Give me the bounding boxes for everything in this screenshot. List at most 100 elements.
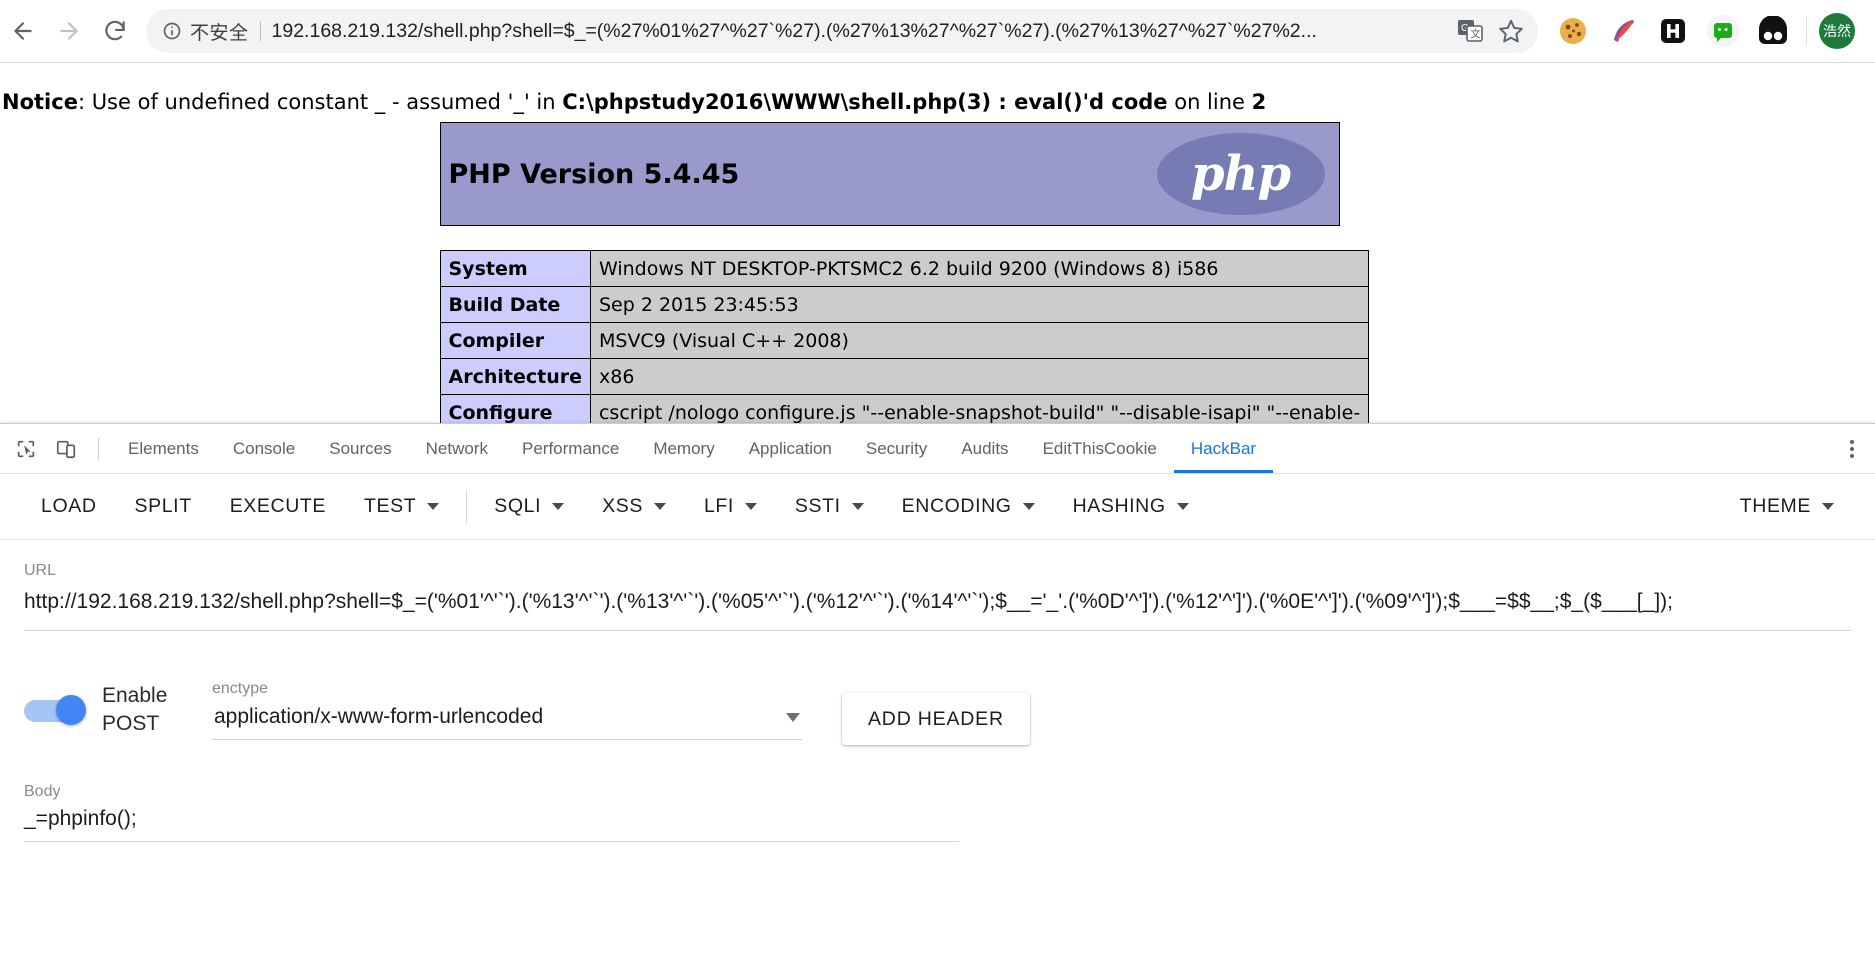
- inspect-element-icon[interactable]: [6, 429, 46, 469]
- hackbar-sqli-label: SQLI: [494, 495, 542, 517]
- chevron-down-icon: [427, 503, 440, 510]
- tab-security[interactable]: Security: [849, 424, 944, 473]
- url-input[interactable]: http://192.168.219.132/shell.php?shell=$…: [24, 580, 1851, 631]
- hackbar-sqli-menu[interactable]: SQLI: [475, 485, 583, 529]
- body-field: Body _=phpinfo();: [24, 783, 959, 842]
- phpinfo-value: Sep 2 2015 23:45:53: [589, 286, 1370, 323]
- tab-application[interactable]: Application: [732, 424, 849, 473]
- extensions-toolbar: 浩然: [1548, 11, 1875, 51]
- chevron-down-icon: [1022, 503, 1035, 510]
- tab-sources[interactable]: Sources: [312, 424, 408, 473]
- hackbar-test-label: TEST: [364, 495, 417, 517]
- tab-console[interactable]: Console: [216, 424, 312, 473]
- tab-audits[interactable]: Audits: [944, 424, 1025, 473]
- chevron-down-icon: [1822, 503, 1834, 510]
- chevron-down-icon: [851, 503, 864, 510]
- table-row: System Windows NT DESKTOP-PKTSMC2 6.2 bu…: [439, 250, 1370, 287]
- table-row: Configure cscript /nologo configure.js "…: [439, 394, 1370, 423]
- hackbar-execute-button[interactable]: EXECUTE: [211, 485, 345, 529]
- devtools-panel: Elements Console Sources Network Perform…: [0, 423, 1875, 962]
- hackbar-hashing-menu[interactable]: HASHING: [1054, 485, 1208, 529]
- forward-button[interactable]: [46, 8, 92, 54]
- hackbar-lfi-menu[interactable]: LFI: [685, 485, 776, 529]
- web-page-content: Notice: Use of undefined constant _ - as…: [0, 63, 1875, 423]
- notice-line-number: 2: [1251, 90, 1267, 114]
- notice-text-2: on line: [1167, 90, 1252, 114]
- enctype-value: application/x-www-form-urlencoded: [214, 705, 544, 728]
- hackbar-encoding-menu[interactable]: ENCODING: [883, 485, 1054, 529]
- hackbar-load-button[interactable]: LOAD: [22, 485, 116, 529]
- table-row: Build Date Sep 2 2015 23:45:53: [439, 286, 1370, 323]
- notice-text-1: : Use of undefined constant _ - assumed …: [77, 90, 563, 114]
- phpinfo-header-bar: PHP Version 5.4.45 php: [439, 122, 1340, 226]
- chevron-down-icon: [653, 503, 666, 510]
- enable-post-toggle[interactable]: [24, 695, 86, 725]
- phpinfo-key: Build Date: [439, 286, 591, 323]
- wechat-extension-icon[interactable]: [1703, 11, 1743, 51]
- php-notice-message: Notice: Use of undefined constant _ - as…: [0, 63, 1875, 114]
- tab-editthiscookie[interactable]: EditThisCookie: [1026, 424, 1174, 473]
- hackbar-panel: LOAD SPLIT EXECUTE TEST SQLI XSS LFI SST…: [0, 474, 1875, 962]
- reload-button[interactable]: [92, 8, 138, 54]
- hackbar-h-icon[interactable]: [1653, 11, 1693, 51]
- devtools-divider: [98, 437, 99, 460]
- enctype-select[interactable]: application/x-www-form-urlencoded: [212, 698, 802, 740]
- enable-post-line1: Enable: [102, 684, 168, 707]
- enable-post-line2: POST: [102, 712, 160, 735]
- hackbar-test-menu[interactable]: TEST: [345, 485, 458, 529]
- phpinfo-key: Architecture: [439, 358, 591, 395]
- profile-avatar[interactable]: 浩然: [1819, 13, 1855, 49]
- svg-text:文: 文: [1471, 28, 1481, 41]
- cookie-extension-icon[interactable]: [1553, 11, 1593, 51]
- hackbar-split-button[interactable]: SPLIT: [116, 485, 211, 529]
- hackbar-theme-label: THEME: [1739, 495, 1811, 517]
- chevron-down-icon: [552, 503, 565, 510]
- browser-toolbar: 不安全 192.168.219.132/shell.php?shell=$_=(…: [0, 0, 1875, 63]
- hackbar-xss-label: XSS: [602, 495, 643, 517]
- bookmark-star-icon[interactable]: [1498, 18, 1524, 44]
- hackbar-quill-icon[interactable]: [1603, 11, 1643, 51]
- phpinfo-table: System Windows NT DESKTOP-PKTSMC2 6.2 bu…: [439, 250, 1370, 423]
- hackbar-encoding-label: ENCODING: [901, 495, 1012, 517]
- address-bar-url[interactable]: 192.168.219.132/shell.php?shell=$_=(%27%…: [272, 20, 1448, 43]
- back-button[interactable]: [0, 8, 46, 54]
- translate-icon[interactable]: G文: [1458, 19, 1484, 43]
- omnibox-divider: [259, 21, 261, 41]
- adblock-extension-icon[interactable]: [1753, 11, 1793, 51]
- chevron-down-icon: [744, 503, 757, 510]
- table-row: Compiler MSVC9 (Visual C++ 2008): [439, 322, 1370, 359]
- tab-network[interactable]: Network: [409, 424, 505, 473]
- phpinfo-value: Windows NT DESKTOP-PKTSMC2 6.2 build 920…: [589, 250, 1370, 287]
- phpinfo-value: x86: [589, 358, 1370, 395]
- hackbar-toolbar: LOAD SPLIT EXECUTE TEST SQLI XSS LFI SST…: [0, 474, 1875, 540]
- php-logo-icon: php: [1155, 128, 1327, 220]
- hackbar-ssti-menu[interactable]: SSTI: [776, 485, 883, 529]
- phpinfo-key: System: [439, 250, 591, 287]
- add-header-button[interactable]: ADD HEADER: [842, 693, 1030, 745]
- hackbar-theme-menu[interactable]: THEME: [1721, 485, 1853, 529]
- phpinfo-output: PHP Version 5.4.45 php System Windows NT…: [439, 122, 1370, 423]
- tab-memory[interactable]: Memory: [636, 424, 731, 473]
- device-toolbar-icon[interactable]: [46, 429, 86, 469]
- more-options-icon[interactable]: [1829, 426, 1875, 472]
- toolbar-divider: [1806, 17, 1807, 45]
- hackbar-form: URL http://192.168.219.132/shell.php?she…: [0, 562, 1875, 842]
- tab-performance[interactable]: Performance: [505, 424, 636, 473]
- address-bar[interactable]: 不安全 192.168.219.132/shell.php?shell=$_=(…: [146, 9, 1538, 53]
- tab-elements[interactable]: Elements: [111, 424, 216, 473]
- enable-post-label: Enable POST: [102, 682, 188, 738]
- devtools-tab-bar: Elements Console Sources Network Perform…: [0, 424, 1875, 474]
- table-row: Architecture x86: [439, 358, 1370, 395]
- url-field-label: URL: [24, 562, 57, 579]
- hackbar-lfi-label: LFI: [703, 495, 734, 517]
- tab-hackbar[interactable]: HackBar: [1174, 424, 1273, 473]
- php-version-title: PHP Version 5.4.45: [448, 158, 740, 190]
- body-input[interactable]: _=phpinfo();: [24, 801, 959, 842]
- phpinfo-value: MSVC9 (Visual C++ 2008): [589, 322, 1370, 359]
- hackbar-ssti-label: SSTI: [794, 495, 841, 517]
- phpinfo-key: Configure: [439, 394, 591, 423]
- site-info-icon[interactable]: [162, 21, 182, 41]
- toolbar-divider: [466, 489, 468, 524]
- hackbar-xss-menu[interactable]: XSS: [583, 485, 685, 529]
- security-status-label: 不安全: [190, 22, 249, 44]
